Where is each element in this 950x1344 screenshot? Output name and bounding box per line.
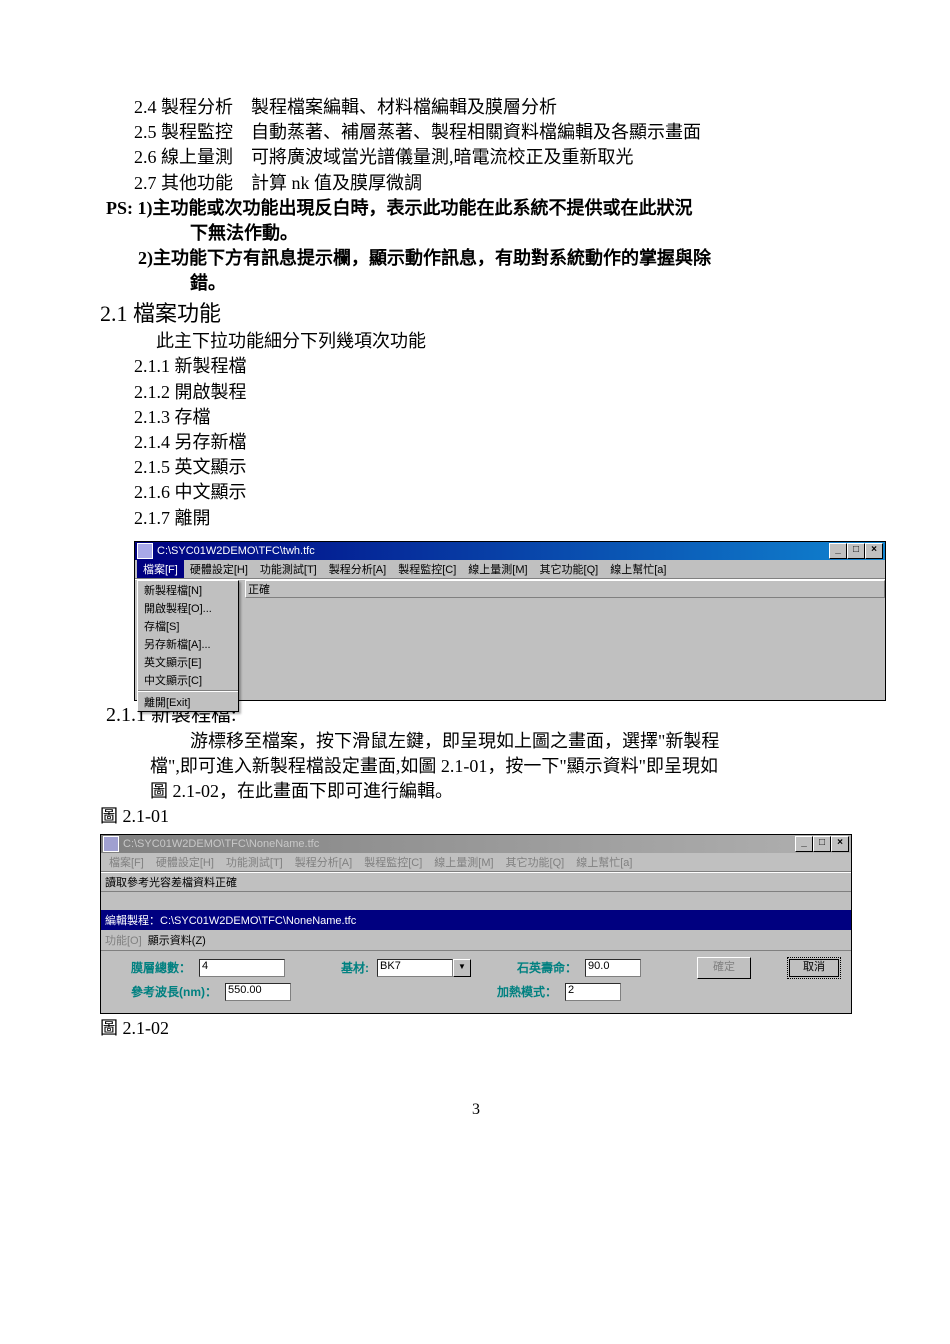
menu-file[interactable]: 檔案[F]	[103, 853, 150, 871]
app-window-1: C:\SYC01W2DEMO\TFC\twh.tfc _ □ × 檔案[F] 硬…	[134, 541, 886, 701]
toc-row: 2.4 製程分析 製程檔案編輯、材料檔編輯及膜層分析	[100, 95, 852, 120]
toc-desc: 製程檔案編輯、材料檔編輯及膜層分析	[251, 97, 557, 117]
maximize-button[interactable]: □	[847, 543, 865, 559]
label-refwave: 參考波長(nm)：	[131, 983, 217, 1000]
menu-hardware[interactable]: 硬體設定[H]	[184, 560, 254, 578]
sub-item: 2.1.4 另存新檔	[100, 430, 852, 455]
menu-file[interactable]: 檔案[F]	[137, 560, 184, 578]
window-title: C:\SYC01W2DEMO\TFC\twh.tfc	[157, 545, 829, 557]
toc-row: 2.5 製程監控 自動蒸著、補層蒸著、製程相關資料檔編輯及各顯示畫面	[100, 120, 852, 145]
file-dropdown: 新製程檔[N] 開啟製程[O]... 存檔[S] 另存新檔[A]... 英文顯示…	[137, 580, 239, 712]
menu-open[interactable]: 開啟製程[O]...	[138, 599, 238, 617]
menu-measure[interactable]: 線上量測[M]	[462, 560, 533, 578]
form-row-2: 參考波長(nm)： 550.00 加熱模式： 2	[101, 983, 851, 1005]
menu-exit[interactable]: 離開[Exit]	[138, 693, 238, 711]
label-heatmode: 加熱模式：	[497, 983, 557, 1000]
ok-button[interactable]: 確定	[697, 957, 751, 979]
submenu-showdata[interactable]: 顯示資料(Z)	[148, 935, 206, 947]
menu-help[interactable]: 線上幫忙[a]	[604, 560, 672, 578]
menu-chinese[interactable]: 中文顯示[C]	[138, 671, 238, 689]
menu-save[interactable]: 存檔[S]	[138, 617, 238, 635]
chevron-down-icon[interactable]: ▼	[453, 959, 471, 977]
section-heading: 2.1 檔案功能	[100, 299, 852, 330]
toc-title: 製程分析	[161, 97, 233, 117]
menu-other[interactable]: 其它功能[Q]	[534, 560, 605, 578]
menu-other[interactable]: 其它功能[Q]	[500, 853, 571, 871]
system-icon[interactable]	[103, 836, 119, 852]
sub-item: 2.1.3 存檔	[100, 405, 852, 430]
menu-hardware[interactable]: 硬體設定[H]	[150, 853, 220, 871]
menu-english[interactable]: 英文顯示[E]	[138, 653, 238, 671]
label-layers: 膜層總數：	[131, 959, 191, 976]
input-layers[interactable]: 4	[199, 959, 285, 977]
page-number: 3	[100, 1101, 852, 1119]
window-title: C:\SYC01W2DEMO\TFC\NoneName.tfc	[123, 838, 795, 850]
input-refwave[interactable]: 550.00	[225, 983, 291, 1001]
menu-new[interactable]: 新製程檔[N]	[138, 581, 238, 599]
input-quartz[interactable]: 90.0	[585, 959, 641, 977]
close-button[interactable]: ×	[831, 836, 849, 852]
form-row-1: 膜層總數： 4 基材: BK7 ▼ 石英壽命： 90.0 確定 取消	[101, 951, 851, 983]
sub-item: 2.1.5 英文顯示	[100, 455, 852, 480]
menu-measure[interactable]: 線上量測[M]	[428, 853, 499, 871]
titlebar: C:\SYC01W2DEMO\TFC\twh.tfc _ □ ×	[135, 542, 885, 560]
menu-test[interactable]: 功能測試[T]	[254, 560, 323, 578]
app-window-2: C:\SYC01W2DEMO\TFC\NoneName.tfc _ □ × 檔案…	[100, 834, 852, 1014]
cancel-button[interactable]: 取消	[787, 957, 841, 979]
menu-analysis[interactable]: 製程分析[A]	[323, 560, 392, 578]
menubar: 檔案[F] 硬體設定[H] 功能測試[T] 製程分析[A] 製程監控[C] 線上…	[135, 560, 885, 579]
editor-submenu: 功能[O] 顯示資料(Z)	[101, 930, 851, 951]
titlebar: C:\SYC01W2DEMO\TFC\NoneName.tfc _ □ ×	[101, 835, 851, 853]
submenu-function[interactable]: 功能[O]	[105, 935, 142, 947]
close-button[interactable]: ×	[865, 543, 883, 559]
sub-item: 2.1.6 中文顯示	[100, 480, 852, 505]
figure-caption: 圖 2.1-01	[100, 804, 852, 829]
menu-monitor[interactable]: 製程監控[C]	[358, 853, 428, 871]
ps-block: PS: 1)主功能或次功能出現反白時，表示此功能在此系統不提供或在此狀況	[100, 196, 852, 221]
input-heatmode[interactable]: 2	[565, 983, 621, 1001]
combo-substrate[interactable]: BK7 ▼	[377, 959, 471, 977]
toc-row: 2.6 線上量測 可將廣波域當光譜儀量測,暗電流校正及重新取光	[100, 145, 852, 170]
system-icon[interactable]	[137, 543, 153, 559]
label-quartz: 石英壽命：	[517, 959, 577, 976]
minimize-button[interactable]: _	[829, 543, 847, 559]
sub-item: 2.1.1 新製程檔	[100, 354, 852, 379]
section-intro: 此主下拉功能細分下列幾項次功能	[100, 329, 852, 354]
figure-caption: 圖 2.1-02	[100, 1016, 852, 1041]
menu-help[interactable]: 線上幫忙[a]	[570, 853, 638, 871]
editor-title: 編輯製程：C:\SYC01W2DEMO\TFC\NoneName.tfc	[101, 910, 851, 930]
status-bar: 正確	[245, 580, 885, 598]
maximize-button[interactable]: □	[813, 836, 831, 852]
sub-item: 2.1.7 離開	[100, 506, 852, 531]
toc-num: 2.4	[134, 97, 157, 117]
menu-monitor[interactable]: 製程監控[C]	[392, 560, 462, 578]
minimize-button[interactable]: _	[795, 836, 813, 852]
menu-test[interactable]: 功能測試[T]	[220, 853, 289, 871]
menu-saveas[interactable]: 另存新檔[A]...	[138, 635, 238, 653]
menu-analysis[interactable]: 製程分析[A]	[289, 853, 358, 871]
menu-separator	[138, 690, 238, 692]
label-substrate: 基材:	[341, 959, 369, 976]
toc-row: 2.7 其他功能 計算 nk 值及膜厚微調	[100, 171, 852, 196]
sub-item: 2.1.2 開啟製程	[100, 380, 852, 405]
menubar: 檔案[F] 硬體設定[H] 功能測試[T] 製程分析[A] 製程監控[C] 線上…	[101, 853, 851, 872]
status-bar: 讀取參考光容差檔資料正確	[101, 872, 851, 892]
